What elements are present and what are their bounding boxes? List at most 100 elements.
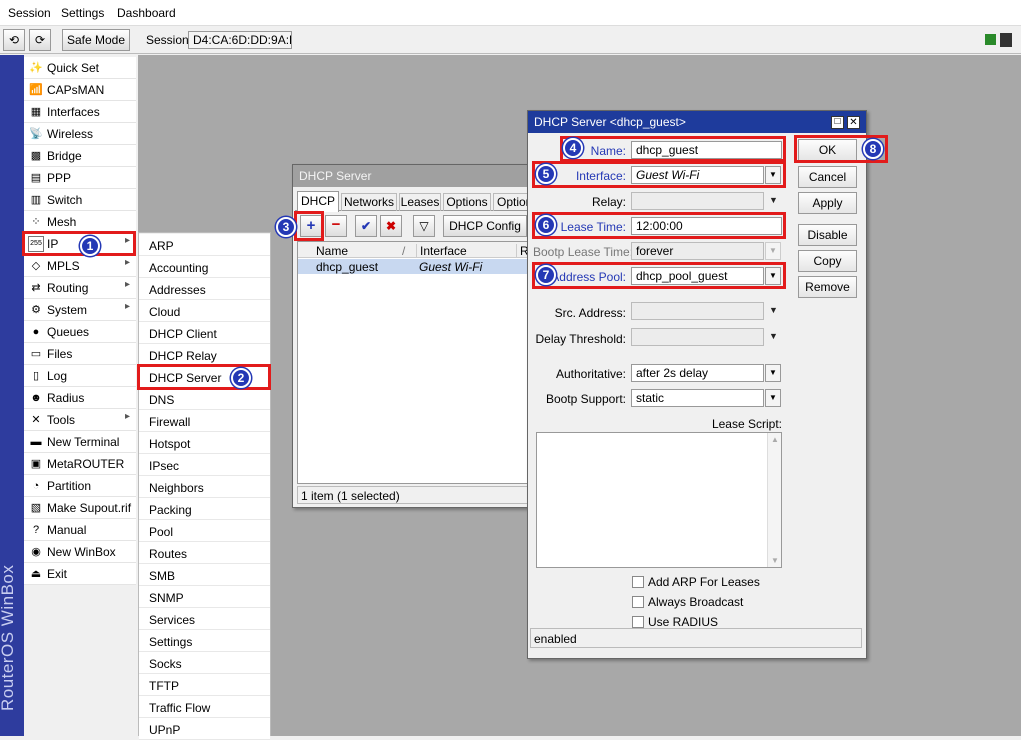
relay-input[interactable] (631, 192, 764, 210)
enable-check-icon[interactable]: ✔ (355, 215, 377, 237)
sidebar-item-interfaces[interactable]: ▦ Interfaces (24, 101, 136, 123)
close-icon[interactable]: ✕ (847, 116, 860, 129)
dhcp-config-button[interactable]: DHCP Config (443, 215, 527, 237)
submenu-item-services[interactable]: Services (139, 608, 270, 630)
submenu-item-upnp[interactable]: UPnP (139, 718, 270, 740)
submenu-item-label: DHCP Relay (149, 349, 217, 363)
scroll-up-icon[interactable]: ▲ (771, 435, 779, 444)
undo-button[interactable]: ⟲ (3, 29, 25, 51)
redo-button[interactable]: ⟳ (29, 29, 51, 51)
bootp-support-dropdown-icon[interactable]: ▼ (765, 389, 781, 407)
apply-button[interactable]: Apply (798, 192, 857, 214)
quick-set-icon: ✨ (29, 62, 43, 74)
sidebar-item-new-terminal[interactable]: ▬ New Terminal (24, 431, 136, 453)
menu-settings[interactable]: Settings (61, 6, 104, 20)
maximize-icon[interactable]: □ (831, 116, 844, 129)
delay-threshold-dropdown-icon[interactable]: ▼ (769, 331, 778, 341)
tab-options[interactable]: Options (443, 193, 491, 211)
sidebar-item-capsman[interactable]: 📶 CAPsMAN (24, 79, 136, 101)
bootp-support-select[interactable]: static (631, 389, 764, 407)
sidebar-item-mesh[interactable]: ⁘ Mesh (24, 211, 136, 233)
tab-leases[interactable]: Leases (399, 193, 441, 211)
sidebar-item-routing[interactable]: ⇄ Routing ▸ (24, 277, 136, 299)
bootp-lease-time-input[interactable]: forever (631, 242, 764, 260)
src-address-input[interactable] (631, 302, 764, 320)
sidebar-item-radius[interactable]: ☻ Radius (24, 387, 136, 409)
relay-label: Relay: (591, 195, 626, 209)
submenu-item-dhcp-client[interactable]: DHCP Client (139, 322, 270, 344)
submenu-item-hotspot[interactable]: Hotspot (139, 432, 270, 454)
highlight-lease-time (532, 212, 786, 239)
sidebar-item-new-winbox[interactable]: ◉ New WinBox (24, 541, 136, 563)
sidebar-item-log[interactable]: ▯ Log (24, 365, 136, 387)
submenu-item-traffic-flow[interactable]: Traffic Flow (139, 696, 270, 718)
always-broadcast-checkbox[interactable] (632, 596, 644, 608)
sidebar-item-ppp[interactable]: ▤ PPP (24, 167, 136, 189)
cancel-button[interactable]: Cancel (798, 166, 857, 188)
add-arp-checkbox[interactable] (632, 576, 644, 588)
sidebar-item-wireless[interactable]: 📡 Wireless (24, 123, 136, 145)
submenu-item-firewall[interactable]: Firewall (139, 410, 270, 432)
sidebar-item-label: Quick Set (47, 61, 100, 75)
sidebar-item-system[interactable]: ⚙ System ▸ (24, 299, 136, 321)
submenu-item-cloud[interactable]: Cloud (139, 300, 270, 322)
src-address-label: Src. Address: (554, 306, 626, 320)
col-name[interactable]: Name (316, 244, 348, 258)
sidebar-item-bridge[interactable]: ▩ Bridge (24, 145, 136, 167)
submenu-item-arp[interactable]: ARP (139, 234, 270, 256)
authoritative-dropdown-icon[interactable]: ▼ (765, 364, 781, 382)
submenu-item-snmp[interactable]: SNMP (139, 586, 270, 608)
sidebar-item-queues[interactable]: ● Queues (24, 321, 136, 343)
submenu-item-smb[interactable]: SMB (139, 564, 270, 586)
step-badge-6: 6 (536, 215, 556, 235)
sidebar-item-mpls[interactable]: ◇ MPLS ▸ (24, 255, 136, 277)
sidebar-item-tools[interactable]: ✕ Tools ▸ (24, 409, 136, 431)
safe-mode-button[interactable]: Safe Mode (62, 29, 130, 51)
col-interface[interactable]: Interface (416, 244, 467, 258)
sidebar-item-make-supout-rif[interactable]: ▧ Make Supout.rif (24, 497, 136, 519)
bootp-lease-dropdown-icon[interactable]: ▼ (765, 242, 781, 260)
menu-dashboard[interactable]: Dashboard (117, 6, 176, 20)
submenu-item-accounting[interactable]: Accounting (139, 256, 270, 278)
sidebar-item-quick-set[interactable]: ✨ Quick Set (24, 57, 136, 79)
remove-button[interactable]: Remove (798, 276, 857, 298)
delay-threshold-input[interactable] (631, 328, 764, 346)
sidebar-item-switch[interactable]: ▥ Switch (24, 189, 136, 211)
submenu-item-socks[interactable]: Socks (139, 652, 270, 674)
remove-icon[interactable]: − (325, 215, 347, 237)
submenu-item-dhcp-relay[interactable]: DHCP Relay (139, 344, 270, 366)
session-field[interactable]: D4:CA:6D:DD:9A:F8 (188, 31, 292, 49)
sidebar-item-manual[interactable]: ? Manual (24, 519, 136, 541)
submenu-item-dns[interactable]: DNS (139, 388, 270, 410)
sidebar-item-files[interactable]: ▭ Files (24, 343, 136, 365)
submenu-item-label: IPsec (149, 459, 180, 473)
lease-script-textarea[interactable]: ▲ ▼ (536, 432, 782, 568)
submenu-item-tftp[interactable]: TFTP (139, 674, 270, 696)
sidebar-item-exit[interactable]: ⏏ Exit (24, 563, 136, 585)
submenu-item-routes[interactable]: Routes (139, 542, 270, 564)
submenu-item-neighbors[interactable]: Neighbors (139, 476, 270, 498)
lease-script-scrollbar[interactable]: ▲ ▼ (767, 433, 781, 567)
authoritative-select[interactable]: after 2s delay (631, 364, 764, 382)
sidebar-item-partition[interactable]: ◔ Partition (24, 475, 136, 497)
menu-session[interactable]: Session (8, 6, 51, 20)
submenu-item-addresses[interactable]: Addresses (139, 278, 270, 300)
tab-networks[interactable]: Networks (341, 193, 397, 211)
submenu-item-pool[interactable]: Pool (139, 520, 270, 542)
authoritative-label: Authoritative: (555, 367, 626, 381)
table-row[interactable]: dhcp_guest Guest Wi-Fi (298, 259, 528, 274)
copy-button[interactable]: Copy (798, 250, 857, 272)
submenu-item-packing[interactable]: Packing (139, 498, 270, 520)
submenu-item-settings[interactable]: Settings (139, 630, 270, 652)
filter-icon[interactable]: ▽ (413, 215, 435, 237)
submenu-item-ipsec[interactable]: IPsec (139, 454, 270, 476)
src-address-dropdown-icon[interactable]: ▼ (769, 305, 778, 315)
relay-dropdown-icon[interactable]: ▼ (769, 195, 778, 205)
tab-dhcp[interactable]: DHCP (297, 191, 339, 212)
use-radius-checkbox[interactable] (632, 616, 644, 628)
disable-x-icon[interactable]: ✖ (380, 215, 402, 237)
scroll-down-icon[interactable]: ▼ (771, 556, 779, 565)
disable-button[interactable]: Disable (798, 224, 857, 246)
sidebar-item-metarouter[interactable]: ▣ MetaROUTER (24, 453, 136, 475)
sidebar-item-label: CAPsMAN (47, 83, 105, 97)
